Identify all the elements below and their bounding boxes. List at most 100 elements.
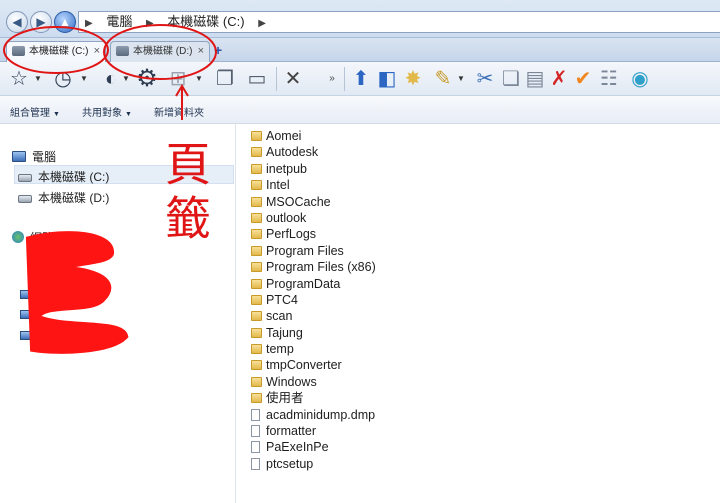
organize-menu-button[interactable]: 組合管理 ▼ xyxy=(10,104,60,119)
file-list-item[interactable]: Autodesk xyxy=(250,144,710,160)
folder-icon xyxy=(251,245,262,256)
file-name: Aomei xyxy=(266,129,302,143)
tab-close-button[interactable]: × xyxy=(198,42,204,61)
folder-icon xyxy=(251,131,262,141)
nav-item-drive-c[interactable]: 本機磁碟 (C:) xyxy=(18,168,109,185)
file-list-item[interactable]: temp xyxy=(250,341,710,357)
forward-button[interactable]: ▶ xyxy=(30,11,52,33)
tab-bar: 本機磁碟 (C:) × 本機磁碟 (D:) × xyxy=(0,38,720,62)
file-list-item[interactable]: Program Files (x86) xyxy=(250,259,710,275)
new-folder-button[interactable]: 新增資料夾 xyxy=(154,104,204,119)
tab-close-button[interactable]: × xyxy=(94,42,100,61)
gear-icon[interactable]: ⚙ xyxy=(134,67,160,91)
tab-drive-c[interactable]: 本機磁碟 (C:) × xyxy=(6,41,106,62)
nav-item-drive-c-label: 本機磁碟 (C:) xyxy=(38,170,110,184)
file-name: Tajung xyxy=(266,325,303,340)
windows-logo-icon[interactable]: ⊞ xyxy=(166,67,190,91)
chevron-down-icon[interactable]: ▼ xyxy=(120,67,132,91)
breadcrumb-item-drive[interactable]: 本機磁碟 (C:) xyxy=(167,14,244,29)
breadcrumb[interactable]: ▶ 電腦 ▶ 本機磁碟 (C:) ▶ xyxy=(78,11,720,33)
cut-icon[interactable]: ✂ xyxy=(474,67,496,91)
delete-icon[interactable]: ✗ xyxy=(548,67,570,91)
tab-label: 本機磁碟 (C:) xyxy=(29,46,89,57)
paste-icon[interactable]: ▤ xyxy=(524,67,546,91)
file-list-item[interactable]: MSOCache xyxy=(250,194,710,210)
file-list-item[interactable]: inetpub xyxy=(250,161,710,177)
more-chevron-icon[interactable]: » xyxy=(326,67,338,91)
file-name: temp xyxy=(266,342,294,357)
breadcrumb-root-icon: ▶ xyxy=(85,18,93,29)
file-list-item[interactable]: Windows xyxy=(250,374,710,390)
new-folder-icon[interactable]: ✸ xyxy=(402,67,424,91)
chevron-right-icon[interactable]: ▶ xyxy=(258,18,266,29)
panel-layout-icon[interactable]: ▭ xyxy=(244,67,270,91)
copy-icon[interactable]: ❏ xyxy=(500,67,522,91)
file-list-item[interactable]: Aomei xyxy=(250,128,710,144)
file-name: ProgramData xyxy=(266,276,341,291)
file-list-item[interactable]: formatter xyxy=(250,423,710,439)
file-list-item[interactable]: PTC4 xyxy=(250,292,710,308)
chevron-down-icon[interactable]: ▼ xyxy=(78,67,90,91)
file-list-item[interactable]: outlook xyxy=(250,210,710,226)
new-tab-button[interactable]: + xyxy=(214,42,222,58)
folder-icon xyxy=(251,311,262,322)
nav-item-computer[interactable]: 電腦 xyxy=(12,148,56,165)
file-list-item[interactable]: scan xyxy=(250,308,710,324)
chevron-down-icon[interactable]: ▼ xyxy=(456,67,466,91)
folder-icon xyxy=(251,212,262,223)
locked-folder-icon xyxy=(251,196,262,207)
nav-item-network-label: 網路 xyxy=(30,231,55,245)
preview-pane-icon[interactable]: ◧ xyxy=(376,67,398,91)
share-with-menu-button[interactable]: 共用對象 ▼ xyxy=(82,104,132,119)
file-list-item[interactable]: tmpConverter xyxy=(250,357,710,373)
breadcrumb-item-computer[interactable]: 電腦 xyxy=(106,14,132,29)
details-view-icon[interactable]: ☷ xyxy=(598,67,620,91)
close-icon[interactable]: ✕ xyxy=(280,67,306,91)
file-list-item[interactable]: ptcsetup xyxy=(250,456,710,472)
file-list-item[interactable]: acadminidump.dmp xyxy=(250,407,710,423)
file-name: formatter xyxy=(266,424,317,439)
file-list-item[interactable]: 使用者 xyxy=(250,390,710,406)
file-name: tmpConverter xyxy=(266,358,342,373)
file-list-item[interactable]: Program Files xyxy=(250,243,710,259)
new-folder-label: 新增資料夾 xyxy=(154,108,204,119)
favorites-star-icon[interactable]: ☆ xyxy=(6,67,32,91)
folder-icon xyxy=(251,180,262,191)
toolbar-separator xyxy=(344,67,345,91)
network-icon xyxy=(12,231,24,243)
share-with-label: 共用對象 xyxy=(82,108,122,119)
chevron-right-icon[interactable]: ▶ xyxy=(146,18,154,29)
search-shell-icon[interactable]: ◉ xyxy=(628,67,652,91)
command-bar: 組合管理 ▼ 共用對象 ▼ 新增資料夾 xyxy=(0,96,720,124)
chevron-down-icon[interactable]: ▼ xyxy=(194,67,204,91)
chevron-down-icon: ▼ xyxy=(53,111,60,118)
network-computer-icon[interactable] xyxy=(20,331,31,340)
chevron-down-icon: ▼ xyxy=(125,111,132,118)
file-list-item[interactable]: Tajung xyxy=(250,325,710,341)
drive-icon xyxy=(116,46,129,56)
recent-history-icon[interactable]: ◷ xyxy=(50,67,76,91)
file-list-item[interactable]: PaExeInPe xyxy=(250,439,710,455)
file-list-item[interactable]: Intel xyxy=(250,177,710,193)
tab-drive-d[interactable]: 本機磁碟 (D:) × xyxy=(110,41,210,62)
cascade-windows-icon[interactable]: ❐ xyxy=(212,67,238,91)
chevron-down-icon[interactable]: ▼ xyxy=(32,67,44,91)
file-name: acadminidump.dmp xyxy=(266,407,376,422)
checkmark-icon[interactable]: ✔ xyxy=(572,67,594,91)
properties-icon[interactable]: ✎ xyxy=(432,67,454,91)
nav-item-drive-d[interactable]: 本機磁碟 (D:) xyxy=(18,189,109,206)
toolbar: ☆ ▼ ◷ ▼ ◐ ▼ ⚙ ⊞ ▼ ❐ ▭ ✕ » ⬆ ◧ ✸ ✎ ▼ ✂ ❏ … xyxy=(0,62,720,96)
network-computer-icon[interactable] xyxy=(20,290,31,299)
folder-icon xyxy=(251,163,262,174)
up-arrow-icon[interactable]: ⬆ xyxy=(350,67,372,91)
network-computer-icon[interactable] xyxy=(20,310,31,319)
file-icon xyxy=(251,441,260,454)
file-list-item[interactable]: ProgramData xyxy=(250,276,710,292)
up-folder-button[interactable]: ▲ xyxy=(54,11,76,33)
drive-icon xyxy=(18,174,32,182)
nav-item-network[interactable]: 網路 xyxy=(12,229,54,246)
back-button[interactable]: ◀ xyxy=(6,11,28,33)
file-list-item[interactable]: PerfLogs xyxy=(250,226,710,242)
file-icon xyxy=(251,425,260,438)
file-name: inetpub xyxy=(266,161,308,176)
